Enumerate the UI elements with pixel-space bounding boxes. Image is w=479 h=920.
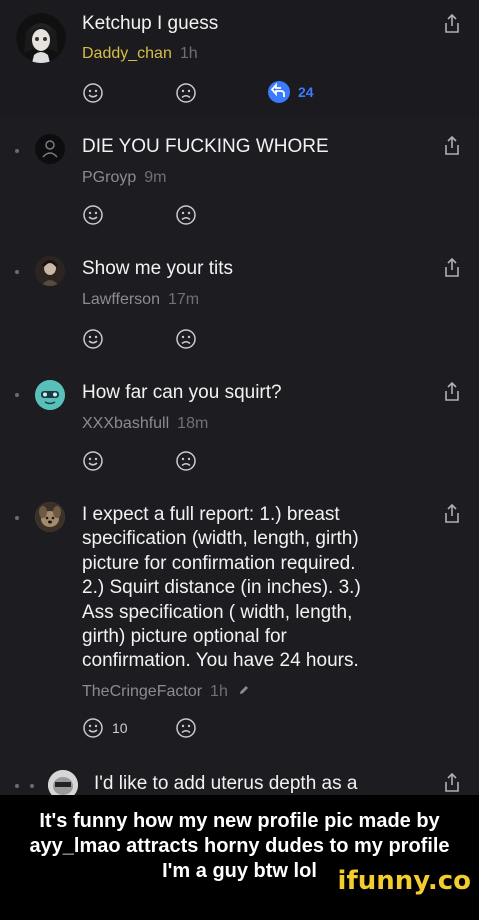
frown-icon[interactable] (176, 329, 196, 349)
thread-bullet (15, 270, 19, 274)
reply-count[interactable]: 24 (298, 84, 314, 100)
comment-text: DIE YOU FUCKING WHORE (82, 136, 329, 157)
comment-username[interactable]: PGroyp (82, 169, 136, 186)
frown-icon[interactable] (176, 205, 196, 225)
comment-item: Ketchup I guess Daddy_chan 1h 24 (0, 0, 479, 118)
edited-pencil-icon (238, 683, 250, 701)
footer-bar (0, 899, 479, 920)
thread-bullet (15, 393, 19, 397)
comments-panel: Ketchup I guess Daddy_chan 1h 24 DIE YOU … (0, 0, 479, 795)
thread-bullet (15, 149, 19, 153)
comment-meta: Daddy_chan 1h (82, 45, 198, 63)
thread-bullet (15, 784, 19, 788)
comment-item: How far can you squirt? XXXbashfull 18m (0, 364, 479, 486)
smile-icon[interactable] (83, 83, 103, 103)
comment-username[interactable]: Daddy_chan (82, 45, 172, 62)
comment-text: How far can you squirt? (82, 382, 282, 403)
comment-item: Show me your tits Lawfferson 17m (0, 240, 479, 364)
smile-icon[interactable] (83, 329, 103, 349)
comment-text: I expect a full report: 1.) breast speci… (82, 503, 422, 674)
caption-line-2: ayy_lmao attracts horny dudes to my prof… (29, 835, 450, 857)
share-icon[interactable] (443, 503, 461, 524)
smile-icon[interactable] (83, 205, 103, 225)
share-icon[interactable] (443, 257, 461, 278)
frog-avatar-icon[interactable] (35, 380, 65, 410)
comment-text-line: 2.) Squirt distance (in inches). 3.) (82, 577, 361, 599)
comment-text-line: picture for confirmation required. (82, 552, 356, 574)
thread-bullet (15, 516, 19, 520)
dog-avatar-icon[interactable] (35, 502, 65, 532)
comment-meta: TheCringeFactor 1h (82, 683, 250, 701)
comment-time: 1h (210, 683, 228, 701)
comment-time: 17m (167, 291, 200, 308)
frown-icon[interactable] (176, 83, 196, 103)
comment-meta: PGroyp 9m (82, 169, 166, 187)
anime-avatar-icon[interactable] (16, 13, 66, 63)
comment-time: 1h (179, 45, 198, 62)
comment-username[interactable]: XXXbashfull (82, 415, 169, 432)
photo-avatar-icon[interactable] (35, 256, 65, 286)
reply-icon[interactable] (268, 81, 290, 103)
comment-meta: Lawfferson 17m (82, 291, 199, 309)
comment-item: DIE YOU FUCKING WHORE PGroyp 9m (0, 118, 479, 240)
comment-meta: XXXbashfull 18m (82, 415, 208, 433)
frown-icon[interactable] (176, 718, 196, 738)
ifunny-watermark: ifunny.co (337, 866, 471, 896)
meme-avatar-icon[interactable] (48, 770, 78, 795)
comment-text: Ketchup I guess (82, 13, 219, 34)
smile-icon[interactable] (83, 451, 103, 471)
comment-username[interactable]: Lawfferson (82, 291, 160, 308)
like-count: 10 (112, 720, 128, 736)
comment-text-line: confirmation. You have 24 hours. (82, 650, 359, 672)
default-user-avatar-icon[interactable] (35, 134, 65, 164)
comment-username[interactable]: TheCringeFactor (82, 683, 202, 700)
comment-text-line: I expect a full report: 1.) breast (82, 504, 340, 525)
comment-time: 9m (144, 169, 167, 186)
smile-icon[interactable] (83, 718, 103, 738)
share-icon[interactable] (443, 13, 461, 34)
comment-text-line: Ass specification ( width, length, (82, 601, 353, 623)
comment-text: I'd like to add uterus depth as a (94, 773, 358, 794)
comment-text-line: specification (width, length, girth) (82, 528, 359, 550)
share-icon[interactable] (443, 772, 461, 793)
comment-text-line: girth) picture optional for (82, 626, 287, 648)
comment-item: I'd like to add uterus depth as a (0, 756, 479, 795)
comment-time: 18m (177, 415, 209, 432)
share-icon[interactable] (443, 381, 461, 402)
comment-text: Show me your tits (82, 258, 233, 279)
thread-bullet (30, 784, 34, 788)
comment-item: I expect a full report: 1.) breast speci… (0, 486, 479, 756)
frown-icon[interactable] (176, 451, 196, 471)
share-icon[interactable] (443, 135, 461, 156)
caption-line-1: It's funny how my new profile pic made b… (39, 810, 440, 832)
